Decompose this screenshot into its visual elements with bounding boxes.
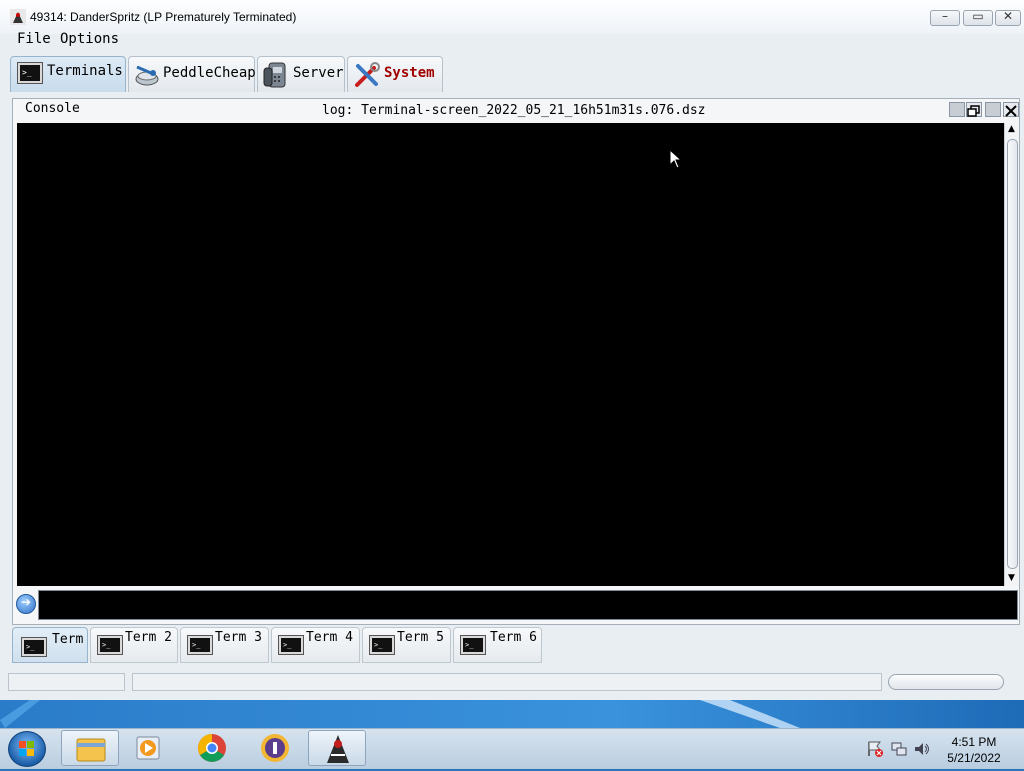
- terminal-icon: >_: [460, 635, 486, 655]
- start-button-icon[interactable]: [8, 731, 46, 767]
- taskbar-media-player[interactable]: [120, 730, 178, 766]
- tab-term-6-label: Term 6: [490, 630, 537, 645]
- svg-text:>_: >_: [283, 641, 292, 649]
- tab-server-label: Server: [293, 65, 344, 81]
- tab-term-5-label: Term 5: [397, 630, 444, 645]
- desktop-background: [0, 700, 1024, 728]
- terminal-icon: >_: [17, 62, 43, 84]
- status-field-left: [8, 673, 125, 691]
- taskbar-danderspritz[interactable]: [308, 730, 366, 766]
- status-scrollbar[interactable]: [888, 674, 1004, 690]
- volume-icon[interactable]: [913, 740, 931, 758]
- chrome-icon: [198, 734, 226, 762]
- media-player-icon: [136, 736, 160, 760]
- mouse-cursor-icon: [669, 149, 683, 169]
- menu-file[interactable]: File: [17, 31, 51, 47]
- console-vertical-scrollbar[interactable]: ▲ ▼: [1004, 123, 1019, 586]
- window-title: 49314: DanderSpritz (LP Prematurely Term…: [30, 10, 297, 24]
- tab-system-label: System: [384, 65, 435, 81]
- taskbar-keepass[interactable]: [246, 730, 304, 766]
- menu-bar: File Options: [0, 28, 1024, 52]
- tab-term-2[interactable]: >_ Term 2: [90, 627, 178, 663]
- terminal-icon: >_: [97, 635, 123, 655]
- danderspritz-window: 49314: DanderSpritz (LP Prematurely Term…: [0, 0, 1024, 700]
- close-icon: [1005, 105, 1017, 117]
- svg-text:>_: >_: [374, 641, 383, 649]
- danderspritz-icon: [327, 735, 349, 763]
- terminal-icon: >_: [21, 637, 47, 657]
- console-output[interactable]: [17, 123, 1004, 586]
- frame-maximize-button[interactable]: [985, 102, 1001, 117]
- phone-icon: [263, 62, 286, 88]
- windows-logo-icon: [19, 741, 34, 756]
- tab-term-4-label: Term 4: [306, 630, 353, 645]
- close-icon: ✕: [1002, 9, 1014, 23]
- tab-term-2-label: Term 2: [125, 630, 172, 645]
- taskbar-chrome[interactable]: [183, 730, 241, 766]
- tab-peddlecheap-label: PeddleCheap: [163, 65, 256, 81]
- tab-server[interactable]: Server: [257, 56, 345, 92]
- menu-options[interactable]: Options: [60, 31, 119, 47]
- tab-term-4[interactable]: >_ Term 4: [271, 627, 360, 663]
- scroll-down-arrow-icon[interactable]: ▼: [1008, 573, 1015, 583]
- console-log-filename: log: Terminal-screen_2022_05_21_16h51m31…: [322, 103, 706, 118]
- file-explorer-icon: [76, 738, 106, 762]
- svg-text:>_: >_: [22, 68, 32, 77]
- clock-time: 4:51 PM: [951, 735, 997, 749]
- status-field-main: [132, 673, 882, 691]
- network-icon[interactable]: [890, 740, 908, 758]
- keepass-icon: [261, 734, 289, 762]
- tab-peddlecheap[interactable]: PeddleCheap: [128, 56, 256, 92]
- console-frame-title: Console: [25, 101, 80, 116]
- minimize-button[interactable]: –: [930, 9, 960, 26]
- frame-restore-button[interactable]: [966, 102, 982, 117]
- scrollbar-thumb[interactable]: [1007, 139, 1018, 569]
- terminal-icon: >_: [369, 635, 395, 655]
- tab-term-6[interactable]: >_ Term 6: [453, 627, 542, 663]
- tab-term-1[interactable]: >_ Term: [12, 627, 88, 663]
- svg-text:>_: >_: [102, 641, 111, 649]
- close-button[interactable]: ✕: [995, 9, 1021, 26]
- frame-close-button[interactable]: [1003, 102, 1019, 117]
- tab-term-3[interactable]: >_ Term 3: [180, 627, 269, 663]
- svg-text:>_: >_: [26, 643, 35, 651]
- peddlecheap-icon: [135, 65, 159, 86]
- action-center-flag-icon[interactable]: [866, 740, 884, 758]
- scroll-up-arrow-icon[interactable]: ▲: [1008, 124, 1015, 134]
- clock-date: 5/21/2022: [947, 751, 1001, 765]
- svg-text:>_: >_: [465, 641, 474, 649]
- taskbar-file-explorer[interactable]: [61, 730, 119, 766]
- tab-term-5[interactable]: >_ Term 5: [362, 627, 451, 663]
- tab-terminals[interactable]: >_ Terminals: [10, 56, 126, 92]
- minimize-icon: –: [942, 9, 948, 23]
- desktop-wallpaper-streak: [0, 700, 800, 728]
- restore-icon: [967, 105, 980, 117]
- terminal-icon: >_: [278, 635, 304, 655]
- command-arrow-icon[interactable]: ➔: [16, 594, 36, 614]
- maximize-icon: ▭: [972, 9, 984, 23]
- terminal-icon: >_: [187, 635, 213, 655]
- taskbar-clock[interactable]: 4:51 PM 5/21/2022: [936, 734, 1012, 766]
- tab-terminals-label: Terminals: [47, 63, 123, 79]
- danderspritz-app-icon: [10, 9, 26, 25]
- frame-minimize-button[interactable]: [949, 102, 965, 117]
- tab-term-3-label: Term 3: [215, 630, 262, 645]
- svg-text:>_: >_: [192, 641, 201, 649]
- tab-term-1-label: Term: [52, 632, 84, 647]
- maximize-button[interactable]: ▭: [963, 9, 993, 26]
- tab-system[interactable]: System: [347, 56, 443, 92]
- tools-icon: [355, 62, 380, 87]
- command-input[interactable]: [38, 590, 1018, 620]
